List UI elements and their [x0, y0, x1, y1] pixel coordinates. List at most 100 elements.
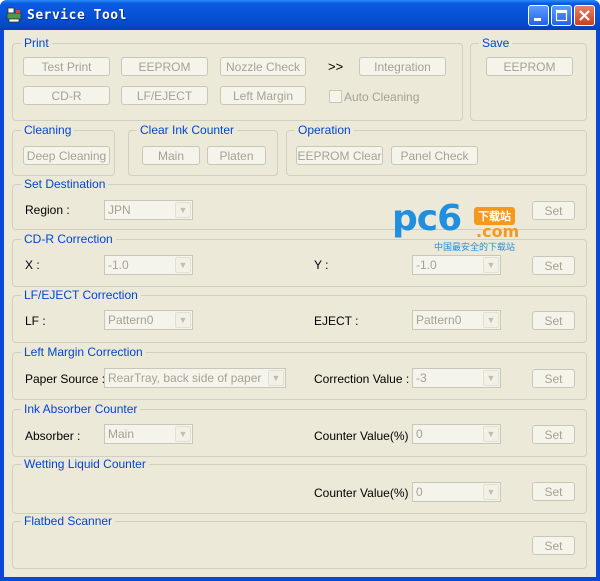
nozzle-check-button[interactable]: Nozzle Check	[220, 57, 306, 76]
chevron-down-icon: ▼	[483, 370, 499, 386]
paper-source-value: RearTray, back side of paper	[108, 371, 262, 385]
save-group: Save EEPROM	[470, 36, 587, 121]
chevron-down-icon: ▼	[175, 202, 191, 218]
region-label: Region :	[25, 203, 70, 217]
cdr-x-value: -1.0	[108, 258, 129, 272]
watermark-domain: .com	[476, 222, 520, 241]
cdr-correction-label: CD-R Correction	[21, 232, 116, 246]
printer-app-icon	[6, 7, 22, 23]
chevron-down-icon: ▼	[175, 312, 191, 328]
lf-value: Pattern0	[108, 313, 154, 327]
left-margin-set-button[interactable]: Set	[532, 369, 575, 388]
paper-source-select[interactable]: RearTray, back side of paper ▼	[104, 368, 286, 388]
cdr-set-button[interactable]: Set	[532, 256, 575, 275]
clear-ink-counter-label: Clear Ink Counter	[137, 123, 238, 137]
eject-value: Pattern0	[416, 313, 462, 327]
operation-group-label: Operation	[295, 123, 354, 137]
wetting-liquid-counter-group: Wetting Liquid Counter Counter Value(%) …	[12, 457, 587, 514]
wetting-set-button[interactable]: Set	[532, 482, 575, 501]
lf-eject-button[interactable]: LF/EJECT	[121, 86, 208, 105]
wetting-counter-value: 0	[416, 485, 423, 499]
set-destination-label: Set Destination	[21, 177, 109, 191]
flatbed-scanner-label: Flatbed Scanner	[21, 514, 116, 528]
close-button[interactable]	[574, 5, 595, 26]
service-tool-window: Service Tool Print Test Print EEPROM Noz…	[0, 0, 600, 581]
auto-cleaning-label: Auto Cleaning	[344, 90, 420, 104]
region-select-value: JPN	[108, 203, 131, 217]
minimize-icon	[534, 18, 541, 21]
wetting-liquid-counter-label: Wetting Liquid Counter	[21, 457, 149, 471]
cleaning-group: Cleaning Deep Cleaning	[12, 123, 115, 176]
paper-source-label: Paper Source :	[25, 372, 106, 386]
maximize-icon	[555, 9, 568, 22]
eeprom-print-button[interactable]: EEPROM	[121, 57, 208, 76]
correction-value-label: Correction Value :	[314, 372, 410, 386]
print-group-label: Print	[21, 36, 52, 50]
cdr-y-value: -1.0	[416, 258, 437, 272]
absorber-select[interactable]: Main ▼	[104, 424, 193, 444]
cdr-y-label: Y :	[314, 258, 329, 272]
lf-label: LF :	[25, 314, 46, 328]
wetting-counter-value-select[interactable]: 0 ▼	[412, 482, 501, 502]
left-margin-button[interactable]: Left Margin	[220, 86, 306, 105]
minimize-button[interactable]	[528, 5, 549, 26]
clear-platen-button[interactable]: Platen	[207, 146, 266, 165]
pc6-watermark: pc6 下载站 .com 中国最安全的下载站	[392, 198, 532, 252]
save-group-label: Save	[479, 36, 513, 50]
absorber-counter-value-label: Counter Value(%) :	[314, 429, 416, 443]
cd-r-button[interactable]: CD-R	[23, 86, 110, 105]
chevron-down-icon: ▼	[268, 370, 284, 386]
correction-value: -3	[416, 371, 427, 385]
absorber-counter-value-select[interactable]: 0 ▼	[412, 424, 501, 444]
maximize-button[interactable]	[551, 5, 572, 26]
eeprom-clear-button[interactable]: EEPROM Clear	[296, 146, 383, 165]
chevron-down-icon: ▼	[175, 426, 191, 442]
chevron-down-icon: ▼	[483, 484, 499, 500]
eject-select[interactable]: Pattern0 ▼	[412, 310, 501, 330]
window-title: Service Tool	[27, 8, 127, 23]
absorber-counter-value: 0	[416, 427, 423, 441]
operation-group: Operation EEPROM Clear Panel Check	[286, 123, 587, 176]
save-eeprom-button[interactable]: EEPROM	[486, 57, 573, 76]
cleaning-group-label: Cleaning	[21, 123, 75, 137]
absorber-set-button[interactable]: Set	[532, 425, 575, 444]
wetting-counter-value-label: Counter Value(%) :	[314, 486, 416, 500]
correction-value-select[interactable]: -3 ▼	[412, 368, 501, 388]
clear-ink-counter-group: Clear Ink Counter Main Platen	[128, 123, 278, 176]
lf-eject-correction-group: LF/EJECT Correction LF : Pattern0 ▼ EJEC…	[12, 288, 587, 343]
chevron-down-icon: ▼	[175, 257, 191, 273]
lf-eject-correction-label: LF/EJECT Correction	[21, 288, 141, 302]
flatbed-scanner-group: Flatbed Scanner Set	[12, 514, 587, 569]
absorber-label: Absorber :	[25, 429, 81, 443]
ink-absorber-counter-label: Ink Absorber Counter	[21, 402, 141, 416]
left-margin-correction-label: Left Margin Correction	[21, 345, 146, 359]
chevron-right-icon: >>	[328, 59, 344, 74]
client-area: Print Test Print EEPROM Nozzle Check >> …	[4, 30, 596, 577]
watermark-logo: pc6	[392, 198, 462, 239]
flatbed-set-button[interactable]: Set	[532, 536, 575, 555]
auto-cleaning-checkbox[interactable]	[329, 90, 342, 103]
title-bar[interactable]: Service Tool	[0, 0, 600, 30]
watermark-tagline: 中国最安全的下载站	[434, 242, 516, 252]
chevron-down-icon: ▼	[483, 257, 499, 273]
lf-select[interactable]: Pattern0 ▼	[104, 310, 193, 330]
clear-main-button[interactable]: Main	[142, 146, 200, 165]
close-icon	[579, 10, 590, 21]
destination-set-button[interactable]: Set	[532, 201, 575, 220]
print-group: Print Test Print EEPROM Nozzle Check >> …	[12, 36, 463, 121]
chevron-down-icon: ▼	[483, 426, 499, 442]
deep-cleaning-button[interactable]: Deep Cleaning	[23, 146, 110, 165]
test-print-button[interactable]: Test Print	[23, 57, 110, 76]
region-select[interactable]: JPN ▼	[104, 200, 193, 220]
cdr-x-select[interactable]: -1.0 ▼	[104, 255, 193, 275]
ink-absorber-counter-group: Ink Absorber Counter Absorber : Main ▼ C…	[12, 402, 587, 457]
integration-button[interactable]: Integration	[359, 57, 446, 76]
cdr-y-select[interactable]: -1.0 ▼	[412, 255, 501, 275]
cdr-x-label: X :	[25, 258, 40, 272]
left-margin-correction-group: Left Margin Correction Paper Source : Re…	[12, 345, 587, 400]
panel-check-button[interactable]: Panel Check	[391, 146, 478, 165]
lf-eject-set-button[interactable]: Set	[532, 311, 575, 330]
absorber-value: Main	[108, 427, 135, 441]
eject-label: EJECT :	[314, 314, 359, 328]
chevron-down-icon: ▼	[483, 312, 499, 328]
